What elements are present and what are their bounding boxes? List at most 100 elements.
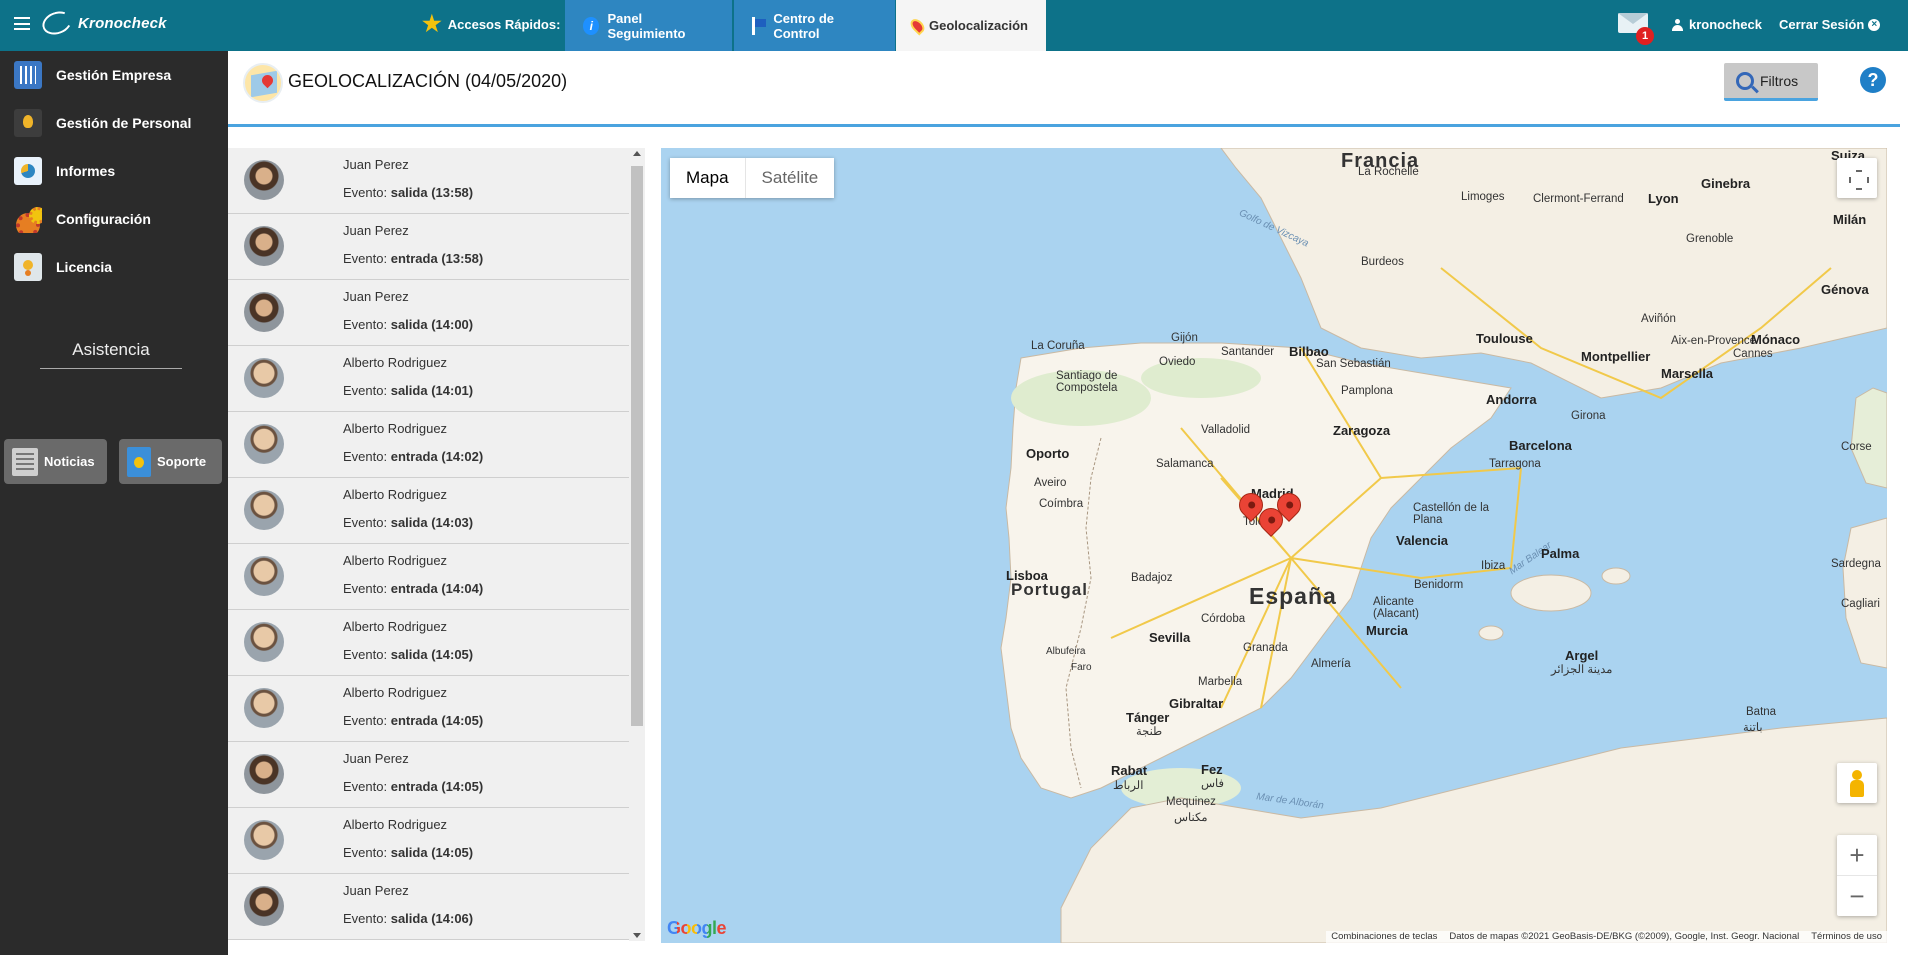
city-label: الرباط (1113, 780, 1144, 792)
event-label: Evento: (343, 185, 388, 200)
tab-centro-control[interactable]: Centro de Control (734, 0, 895, 51)
city-label: Tánger (1126, 710, 1170, 725)
help-icon[interactable]: ? (1860, 67, 1886, 93)
city-label: Salamanca (1156, 458, 1214, 470)
star-icon: ★ (422, 11, 442, 36)
scrollbar-thumb[interactable] (631, 166, 643, 726)
building-icon (14, 61, 42, 89)
list-item[interactable]: Alberto Rodriguez Evento: entrada (14:04… (228, 544, 629, 610)
city-label: Alicante (Alacant) (1373, 596, 1420, 620)
city-label: Lyon (1648, 191, 1679, 206)
google-logo[interactable]: Google (667, 918, 727, 939)
event-type: salida (390, 647, 428, 662)
top-bar: Kronocheck ★ Accesos Rápidos: i Panel Se… (0, 0, 1908, 51)
event-time: (13:58) (431, 185, 474, 200)
noticias-button[interactable]: Noticias (4, 439, 107, 484)
close-circle-icon: × (1868, 18, 1881, 31)
soporte-button[interactable]: Soporte (119, 439, 222, 484)
event-label: Evento: (343, 383, 388, 398)
logout-label: Cerrar Sesión (1779, 17, 1865, 32)
list-item[interactable]: Alberto Rodriguez Evento: salida (14:01) (228, 346, 629, 412)
event-time: (14:05) (441, 779, 484, 794)
event-type: entrada (390, 449, 438, 464)
employee-name: Juan Perez (343, 751, 409, 766)
event-label: Evento: (343, 647, 388, 662)
map-attribution: Combinaciones de teclas Datos de mapas ©… (1326, 931, 1887, 943)
logo-icon (39, 7, 75, 39)
avatar (244, 886, 284, 926)
city-label: Andorra (1486, 392, 1537, 407)
tab-geolocalizacion[interactable]: Geolocalización (896, 0, 1046, 51)
event-type: entrada (390, 251, 438, 266)
terms-link[interactable]: Términos de uso (1811, 931, 1882, 943)
map-data-credit: Datos de mapas ©2021 GeoBasis-DE/BKG (©2… (1449, 931, 1800, 942)
city-label: Oviedo (1159, 356, 1196, 368)
tab-panel-seguimiento[interactable]: i Panel Seguimiento (565, 0, 732, 51)
list-item[interactable]: Juan Perez Evento: entrada (13:58) (228, 214, 629, 280)
event-type: salida (390, 845, 428, 860)
flag-icon (752, 16, 767, 35)
brand-logo[interactable]: Kronocheck (39, 7, 167, 39)
event-line: Evento: entrada (14:04) (343, 581, 483, 596)
list-item[interactable]: Alberto Rodriguez Evento: salida (14:03) (228, 478, 629, 544)
list-item[interactable]: Juan Perez Evento: salida (14:06) (228, 874, 629, 940)
brand-name: Kronocheck (78, 14, 167, 32)
map-type-control: Mapa Satélite (670, 158, 835, 198)
city-label: Santander (1221, 346, 1275, 358)
city-label: Aveiro (1034, 477, 1067, 489)
map-view[interactable]: Mapa Satélite Francia España Portugal Go… (661, 148, 1887, 943)
city-label: Fez (1201, 762, 1223, 777)
map-type-map-button[interactable]: Mapa (670, 158, 745, 198)
city-label: Cannes (1733, 348, 1773, 360)
city-label: طنجة (1136, 726, 1163, 738)
avatar (244, 358, 284, 398)
tab-label: Panel Seguimiento (607, 10, 686, 41)
gears-icon (14, 205, 42, 233)
user-icon (1672, 18, 1683, 31)
employee-name: Alberto Rodriguez (343, 619, 448, 634)
list-item[interactable]: Alberto Rodriguez Evento: salida (14:05) (228, 808, 629, 874)
fullscreen-icon[interactable] (1837, 158, 1877, 198)
event-type: salida (390, 515, 428, 530)
city-label: Sevilla (1149, 630, 1191, 645)
newspaper-icon (12, 447, 38, 476)
sidebar-item-gestion-empresa[interactable]: Gestión Empresa (14, 61, 171, 89)
list-item[interactable]: Alberto Rodriguez Evento: entrada (14:02… (228, 412, 629, 478)
sidebar-item-label: Informes (56, 163, 116, 179)
sidebar-item-licencia[interactable]: Licencia (14, 253, 112, 281)
noticias-label: Noticias (44, 454, 95, 469)
list-item[interactable]: Juan Perez Evento: salida (14:00) (228, 280, 629, 346)
city-label: Toulouse (1476, 331, 1533, 346)
menu-icon[interactable] (14, 17, 30, 30)
event-time: (14:06) (431, 911, 474, 926)
list-item[interactable]: Alberto Rodriguez Evento: entrada (14:05… (228, 676, 629, 742)
list-scrollbar[interactable] (629, 148, 645, 941)
event-line: Evento: salida (14:03) (343, 515, 473, 530)
zoom-out-button[interactable]: − (1837, 876, 1877, 916)
city-label: Gibraltar (1169, 696, 1224, 711)
page-header: GEOLOCALIZACIÓN (04/05/2020) Filtros ? (228, 51, 1900, 127)
logout-button[interactable]: Cerrar Sesión × (1779, 17, 1881, 32)
sidebar-item-gestion-personal[interactable]: Gestión de Personal (14, 109, 191, 137)
city-label: Valladolid (1201, 424, 1251, 436)
street-view-pegman-icon[interactable] (1837, 763, 1877, 803)
filters-button[interactable]: Filtros (1724, 63, 1818, 101)
city-label: La Coruña (1031, 340, 1085, 352)
list-item[interactable]: Juan Perez Evento: entrada (14:05) (228, 742, 629, 808)
city-label: Almería (1311, 658, 1351, 670)
user-menu[interactable]: kronocheck (1672, 17, 1762, 32)
list-item[interactable]: Juan Perez Evento: salida (13:58) (228, 148, 629, 214)
scroll-up-icon[interactable] (633, 151, 641, 156)
event-line: Evento: entrada (14:05) (343, 713, 483, 728)
list-item[interactable]: Alberto Rodriguez Evento: salida (14:05) (228, 610, 629, 676)
sidebar-item-informes[interactable]: Informes (14, 157, 115, 185)
zoom-in-button[interactable]: + (1837, 835, 1877, 876)
avatar (244, 688, 284, 728)
keyboard-shortcuts-link[interactable]: Combinaciones de teclas (1331, 931, 1437, 943)
sidebar-item-configuracion[interactable]: Configuración (14, 205, 151, 233)
map-type-satellite-button[interactable]: Satélite (744, 158, 835, 198)
scroll-down-icon[interactable] (633, 933, 641, 938)
filters-label: Filtros (1760, 72, 1799, 89)
city-label: Santiago de Compostela (1056, 370, 1118, 394)
info-icon: i (583, 16, 600, 35)
